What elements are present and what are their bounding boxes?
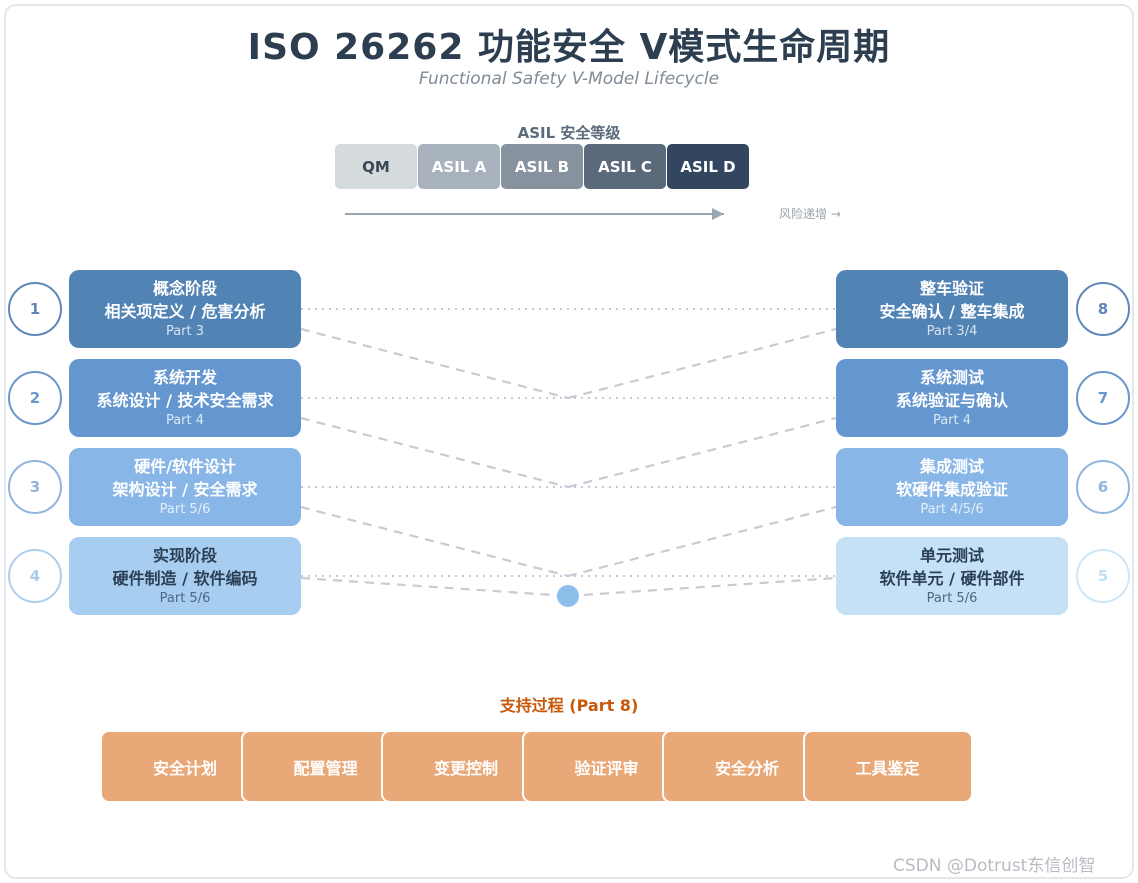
- phase-line2: 软件单元 / 硬件部件: [879, 569, 1025, 588]
- v-right-connector: [567, 576, 837, 598]
- phase-box-6: 集成测试软硬件集成验证 Part 4/5/6: [836, 448, 1068, 526]
- phase-box-3: 硬件/软件设计架构设计 / 安全需求 Part 5/6: [69, 448, 301, 526]
- phase-part-label: Part 3: [165, 324, 205, 339]
- watermark: CSDN @Dotrust东信创智: [893, 856, 1096, 876]
- phase-number-1: 1: [8, 282, 62, 336]
- phase-number-7: 7: [1076, 371, 1130, 425]
- phase-part-label: Part 5/6: [926, 591, 978, 606]
- phase-box-8: 整车验证安全确认 / 整车集成 Part 3/4: [836, 270, 1068, 348]
- phase-number-6: 6: [1076, 460, 1130, 514]
- phase-line1: 系统开发: [152, 368, 217, 387]
- phase-box-4: 实现阶段硬件制造 / 软件编码 Part 5/6: [69, 537, 301, 615]
- v-left-connector: [300, 327, 569, 400]
- phase-part-label: Part 4: [932, 413, 972, 428]
- phase-number-4: 4: [8, 549, 62, 603]
- phase-line1: 整车验证: [919, 279, 984, 298]
- phase-box-7: 系统测试系统验证与确认 Part 4: [836, 359, 1068, 437]
- v-right-connector: [567, 505, 837, 578]
- phase-line1: 硬件/软件设计: [134, 457, 236, 476]
- phase-line1: 概念阶段: [152, 279, 217, 298]
- phase-number-2: 2: [8, 371, 62, 425]
- phase-line2: 系统设计 / 技术安全需求: [96, 391, 274, 410]
- v-right-connector: [567, 327, 837, 400]
- phase-part-label: Part 5/6: [159, 591, 211, 606]
- phase-line2: 安全确认 / 整车集成: [879, 302, 1025, 321]
- phase-part-label: Part 4: [165, 413, 205, 428]
- phase-number-5: 5: [1076, 549, 1130, 603]
- phase-part-label: Part 3/4: [926, 324, 978, 339]
- phase-line1: 系统测试: [919, 368, 984, 387]
- phase-number-3: 3: [8, 460, 62, 514]
- v-vertex-dot: [557, 585, 579, 607]
- phase-part-label: Part 4/5/6: [920, 502, 984, 517]
- v-left-connector: [300, 505, 569, 578]
- phase-line2: 相关项定义 / 危害分析: [104, 302, 266, 321]
- phase-number-8: 8: [1076, 282, 1130, 336]
- phase-part-label: Part 5/6: [159, 502, 211, 517]
- phase-line2: 系统验证与确认: [895, 391, 1008, 410]
- risk-increase-label: 风险递增 →: [779, 207, 841, 221]
- phase-box-1: 概念阶段相关项定义 / 危害分析 Part 3: [69, 270, 301, 348]
- phase-box-5: 单元测试软件单元 / 硬件部件 Part 5/6: [836, 537, 1068, 615]
- support-processes-title: 支持过程 (Part 8): [499, 696, 639, 715]
- phase-line2: 架构设计 / 安全需求: [112, 480, 258, 499]
- v-right-connector: [567, 416, 837, 489]
- phase-line1: 实现阶段: [152, 546, 217, 565]
- v-left-connector: [300, 416, 569, 489]
- phase-line2: 硬件制造 / 软件编码: [112, 569, 258, 588]
- phase-line1: 单元测试: [919, 546, 984, 565]
- v-left-connector: [300, 576, 569, 598]
- phase-line2: 软硬件集成验证: [895, 480, 1008, 499]
- phase-line1: 集成测试: [919, 457, 984, 476]
- phase-box-2: 系统开发系统设计 / 技术安全需求 Part 4: [69, 359, 301, 437]
- support-process-item: 工具鉴定: [802, 730, 973, 803]
